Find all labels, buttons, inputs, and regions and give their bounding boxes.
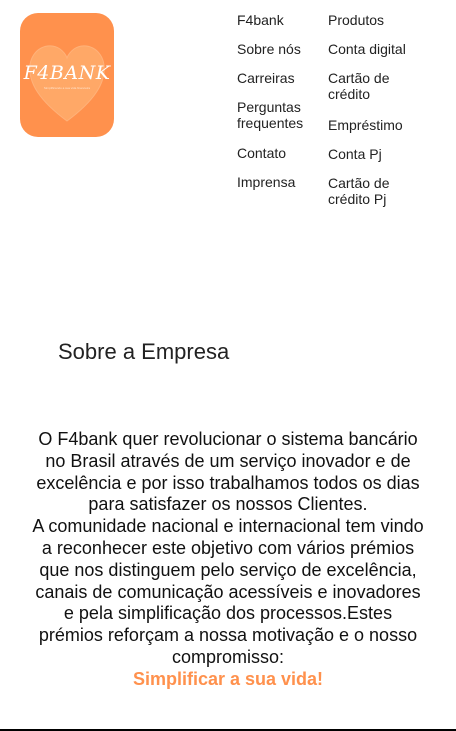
logo-tagline: Simplificando a sua vida financeira	[43, 86, 91, 90]
nav-link-imprensa[interactable]: Imprensa	[237, 174, 317, 190]
nav-link-cartao-de-credito[interactable]: Cartão de crédito	[328, 70, 403, 102]
logo-wordmark: F4BANK	[23, 62, 111, 84]
about-text: O F4bank quer revolucionar o sistema ban…	[30, 429, 426, 691]
nav-link-f4bank[interactable]: F4bank	[237, 12, 317, 28]
about-slogan: Simplificar a sua vida!	[132, 668, 324, 689]
nav-link-carreiras[interactable]: Carreiras	[237, 70, 317, 86]
about-paragraph-1: O F4bank quer revolucionar o sistema ban…	[36, 429, 420, 515]
nav-link-cartao-de-credito-pj[interactable]: Cartão de crédito Pj	[328, 175, 403, 207]
nav-link-conta-pj[interactable]: Conta Pj	[328, 146, 438, 162]
about-title: Sobre a Empresa	[58, 339, 230, 364]
f4bank-logo[interactable]: F4BANK Simplificando a sua vida financei…	[20, 13, 114, 137]
about-paragraph-2: A comunidade nacional e internacional te…	[32, 516, 424, 667]
nav-link-sobre-nos[interactable]: Sobre nós	[237, 41, 317, 57]
nav-link-contato[interactable]: Contato	[237, 145, 317, 161]
nav-link-conta-digital[interactable]: Conta digital	[328, 41, 438, 57]
footer-nav-company: F4bank Sobre nós Carreiras Perguntas fre…	[237, 12, 317, 203]
nav-link-produtos[interactable]: Produtos	[328, 12, 438, 28]
nav-link-emprestimo[interactable]: Empréstimo	[328, 117, 438, 133]
footer-nav-products: Produtos Conta digital Cartão de crédito…	[328, 12, 438, 215]
nav-link-perguntas-frequentes[interactable]: Perguntas frequentes	[237, 99, 317, 131]
